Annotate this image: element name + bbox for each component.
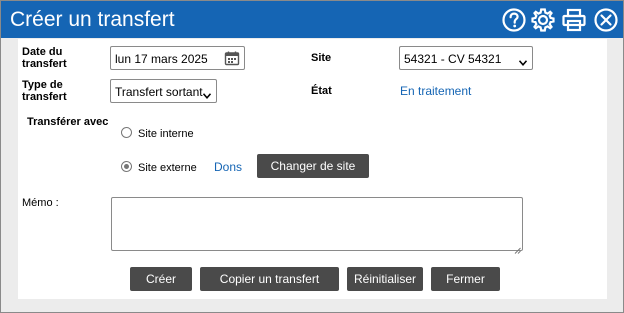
date-value: lun 17 mars 2025	[115, 52, 208, 66]
title-bar: Créer un transfert	[1, 1, 623, 38]
chevron-down-icon	[202, 88, 212, 99]
site-label: Site	[311, 52, 332, 64]
dialog-window: Créer un transfert Date du transfert lun…	[0, 0, 624, 313]
chevron-down-icon	[518, 55, 528, 66]
resize-handle-icon[interactable]	[513, 241, 521, 254]
help-icon[interactable]	[501, 7, 527, 33]
gear-icon[interactable]	[530, 7, 556, 33]
dons-link[interactable]: Dons	[214, 160, 242, 174]
radio-site-external-label: Site externe	[138, 162, 197, 174]
close-button[interactable]: Fermer	[431, 267, 500, 291]
type-select[interactable]: Transfert sortant	[110, 79, 217, 103]
type-value: Transfert sortant	[115, 85, 203, 99]
calendar-icon[interactable]	[224, 50, 240, 66]
dialog-title: Créer un transfert	[10, 8, 175, 31]
site-select[interactable]: 54321 - CV 54321	[399, 46, 533, 70]
radio-site-internal-label: Site interne	[138, 128, 194, 140]
site-value: 54321 - CV 54321	[404, 52, 502, 66]
radio-site-internal[interactable]	[121, 127, 132, 138]
radio-site-external[interactable]	[121, 161, 132, 172]
type-label: Type de transfert	[22, 79, 67, 103]
state-label: État	[311, 85, 332, 97]
memo-textarea[interactable]	[111, 197, 523, 254]
close-icon[interactable]	[593, 7, 619, 33]
date-label: Date du transfert	[22, 46, 67, 70]
create-button[interactable]: Créer	[130, 267, 192, 291]
print-icon[interactable]	[561, 7, 587, 33]
change-site-button[interactable]: Changer de site	[257, 154, 369, 178]
copy-transfer-button[interactable]: Copier un transfert	[200, 267, 339, 291]
state-value: En traitement	[400, 84, 472, 98]
transfer-with-label: Transférer avec	[27, 116, 109, 128]
reset-button[interactable]: Réinitialiser	[347, 267, 423, 291]
memo-label: Mémo :	[22, 197, 59, 209]
date-field[interactable]: lun 17 mars 2025	[110, 46, 245, 70]
